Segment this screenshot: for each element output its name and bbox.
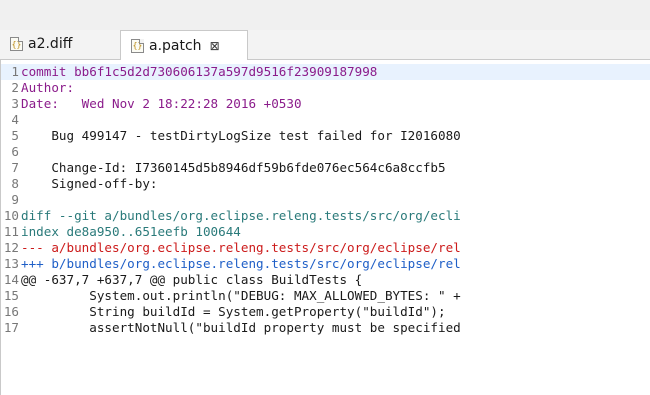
code-line[interactable]: 15 System.out.println("DEBUG: MAX_ALLOWE…	[1, 288, 650, 304]
editor-tab-bar: {} a2.diff {} a.patch ⊠	[0, 30, 650, 60]
line-text: index de8a950..651eefb 100644	[21, 224, 241, 239]
code-line[interactable]: 2 Author:	[1, 80, 650, 96]
window-top-bar	[0, 0, 650, 30]
code-line[interactable]: 13 +++ b/bundles/org.eclipse.releng.tests…	[1, 256, 650, 272]
patch-file-icon: {}	[131, 38, 144, 53]
code-line[interactable]: 7 Change-Id: I7360145d5b8946df59b6fde076…	[1, 160, 650, 176]
line-number: 7	[11, 160, 19, 175]
code-line[interactable]: 12 --- a/bundles/org.eclipse.releng.tests…	[1, 240, 650, 256]
code-line[interactable]: 9	[1, 192, 650, 208]
line-text: String buildId = System.getProperty("bui…	[21, 304, 446, 319]
line-text: @@ -637,7 +637,7 @@ public class BuildTe…	[21, 272, 363, 287]
line-text: Bug 499147 - testDirtyLogSize test faile…	[21, 128, 461, 143]
line-text: +++ b/bundles/org.eclipse.releng.tests/s…	[21, 256, 461, 271]
diff-file-icon: {}	[10, 37, 23, 51]
code-line[interactable]: 16 String buildId = System.getProperty("…	[1, 304, 650, 320]
line-number: 3	[11, 96, 19, 111]
text-editor[interactable]: 1 commit bb6f1c5d2d730606137a597d9516f239…	[0, 60, 650, 395]
code-line[interactable]: 5 Bug 499147 - testDirtyLogSize test fai…	[1, 128, 650, 144]
line-text: Signed-off-by:	[21, 176, 158, 191]
line-text: diff --git a/bundles/org.eclipse.releng.…	[21, 208, 461, 223]
line-number: 2	[11, 80, 19, 95]
line-text: System.out.println("DEBUG: MAX_ALLOWED_B…	[21, 288, 461, 303]
tab-label: a2.diff	[28, 36, 73, 52]
line-number: 13	[3, 256, 19, 271]
line-text: Date: Wed Nov 2 18:22:28 2016 +0530	[21, 96, 302, 111]
line-text: Change-Id: I7360145d5b8946df59b6fde076ec…	[21, 160, 446, 175]
line-text: --- a/bundles/org.eclipse.releng.tests/s…	[21, 240, 461, 255]
line-number: 9	[11, 192, 19, 207]
line-text: Author:	[21, 80, 75, 95]
line-number: 12	[3, 240, 19, 255]
code-line[interactable]: 4	[1, 112, 650, 128]
line-number: 5	[11, 128, 19, 143]
line-number: 15	[3, 288, 19, 303]
code-line[interactable]: 1 commit bb6f1c5d2d730606137a597d9516f239…	[1, 64, 650, 80]
code-line[interactable]: 6	[1, 144, 650, 160]
tab-a2-diff[interactable]: {} a2.diff	[0, 30, 118, 58]
line-number: 8	[11, 176, 19, 191]
line-number: 11	[3, 224, 19, 239]
line-number: 10	[3, 208, 19, 223]
code-line[interactable]: 10 diff --git a/bundles/org.eclipse.relen…	[1, 208, 650, 224]
line-number: 4	[11, 112, 19, 127]
code-line[interactable]: 8 Signed-off-by:	[1, 176, 650, 192]
line-number: 16	[3, 304, 19, 319]
tab-label: a.patch	[149, 37, 202, 54]
close-tab-icon[interactable]: ⊠	[210, 39, 220, 53]
line-text: assertNotNull("buildId property must be …	[21, 320, 461, 335]
line-number: 6	[11, 144, 19, 159]
line-number: 17	[3, 320, 19, 335]
code-line[interactable]: 3 Date: Wed Nov 2 18:22:28 2016 +0530	[1, 96, 650, 112]
tab-a-patch[interactable]: {} a.patch ⊠	[120, 30, 248, 60]
code-line[interactable]: 11 index de8a950..651eefb 100644	[1, 224, 650, 240]
code-line[interactable]: 17 assertNotNull("buildId property must …	[1, 320, 650, 336]
line-text: commit bb6f1c5d2d730606137a597d9516f2390…	[21, 64, 378, 79]
line-number: 14	[3, 272, 19, 287]
code-line[interactable]: 14 @@ -637,7 +637,7 @@ public class Build…	[1, 272, 650, 288]
line-number: 1	[11, 64, 19, 79]
